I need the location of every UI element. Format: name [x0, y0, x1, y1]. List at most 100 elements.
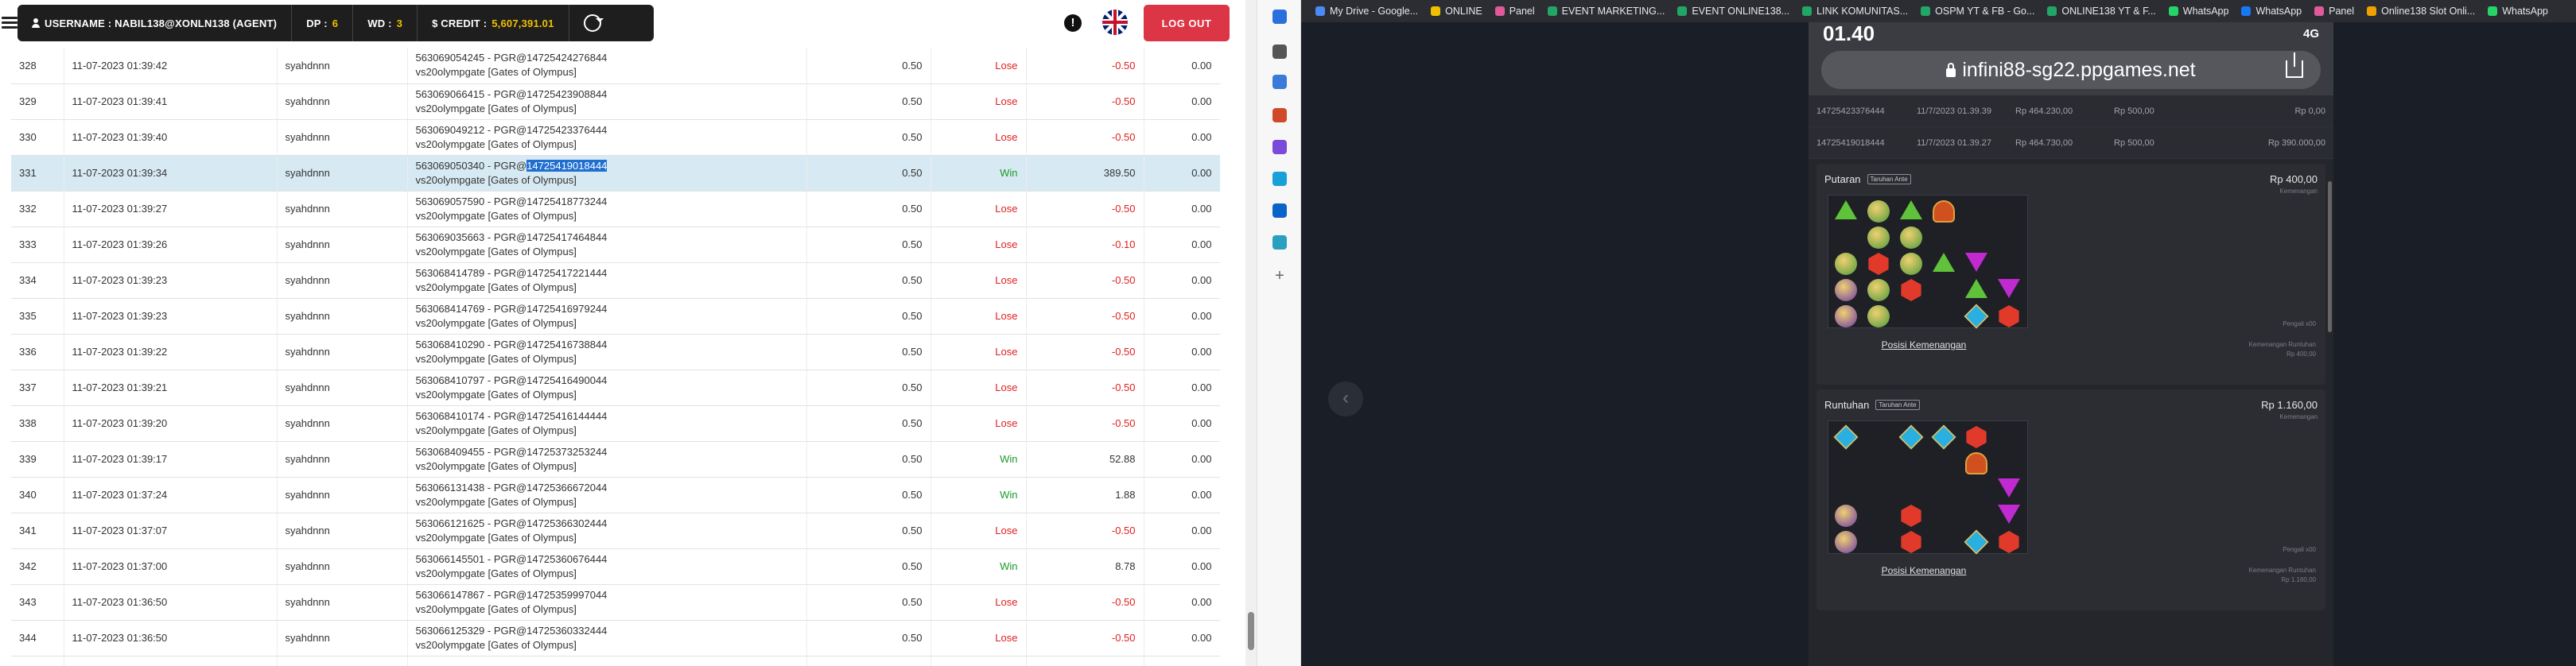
- history-row[interactable]: 14725423376444 11/7/2023 01.39.39 Rp 464.2…: [1809, 95, 2333, 127]
- win-position-link[interactable]: Posisi Kemenangan: [1816, 339, 2031, 362]
- refresh-segment[interactable]: [569, 5, 616, 41]
- search-icon[interactable]: [1272, 45, 1287, 59]
- row-winloss: -0.50: [1026, 334, 1144, 370]
- row-number: 335: [11, 298, 64, 335]
- table-row[interactable]: 331 11-07-2023 01:39:34 syahdnnn 5630690503…: [11, 155, 1220, 192]
- row-stake: 0.50: [806, 548, 931, 585]
- people-icon[interactable]: [1272, 140, 1287, 154]
- bookmark-item[interactable]: My Drive - Google...: [1315, 6, 1418, 17]
- bookmark-item[interactable]: Panel: [1494, 6, 1535, 17]
- row-winloss: 52.88: [1026, 441, 1144, 478]
- uk-flag-icon[interactable]: [1102, 10, 1128, 35]
- bookmark-item[interactable]: OSPM YT & FB - Go...: [1921, 6, 2034, 17]
- share-icon[interactable]: [2286, 52, 2303, 78]
- row-user: syahdnnn: [277, 584, 408, 621]
- table-row[interactable]: 336 11-07-2023 01:39:22 syahdnnn 5630684102…: [11, 334, 1220, 370]
- table-row[interactable]: 337 11-07-2023 01:39:21 syahdnnn 5630684107…: [11, 370, 1220, 406]
- row-datetime: 11-07-2023 01:39:21: [64, 370, 278, 406]
- gem-symbol: [1835, 200, 1857, 219]
- row-details: 563068414769 - PGR@14725416979244 vs20oly…: [407, 298, 807, 335]
- table-row[interactable]: 330 11-07-2023 01:39:40 syahdnnn 5630690492…: [11, 119, 1220, 156]
- bet-id: 563069066415 - PGR@14725423908844: [415, 87, 608, 100]
- table-row[interactable]: 34511-07-2023 01:36:48syahdnnn5630654136…: [11, 656, 1220, 666]
- row-details: 563066131438 - PGR@14725366672044 vs20oly…: [407, 477, 807, 513]
- multiplier-label: Pengali x00: [2283, 320, 2316, 327]
- table-row[interactable]: 339 11-07-2023 01:39:17 syahdnnn 5630684094…: [11, 441, 1220, 478]
- bookmark-item[interactable]: WhatsApp: [2241, 6, 2302, 17]
- table-row[interactable]: 335 11-07-2023 01:39:23 syahdnnn 5630684147…: [11, 298, 1220, 335]
- add-icon[interactable]: +: [1272, 268, 1287, 284]
- row-details: 563068409455 - PGR@14725373253244 vs20oly…: [407, 441, 807, 478]
- copilot-icon[interactable]: [1272, 172, 1287, 186]
- refresh-icon[interactable]: [583, 14, 604, 32]
- outlook-icon[interactable]: [1272, 203, 1287, 218]
- bookmark-item[interactable]: WhatsApp: [2488, 6, 2548, 17]
- table-row[interactable]: 343 11-07-2023 01:36:50 syahdnnn 5630661478…: [11, 584, 1220, 621]
- logout-button[interactable]: LOG OUT: [1144, 5, 1230, 41]
- menu-icon[interactable]: [2, 14, 17, 30]
- bookmark-item[interactable]: ONLINE138 YT & F...: [2047, 6, 2156, 17]
- tag-icon[interactable]: [1272, 75, 1287, 89]
- table-row[interactable]: 333 11-07-2023 01:39:26 syahdnnn 5630690356…: [11, 227, 1220, 263]
- table-row[interactable]: 341 11-07-2023 01:37:07 syahdnnn 5630661216…: [11, 513, 1220, 549]
- row-datetime: 11-07-2023 01:36:48: [64, 656, 278, 666]
- table-row[interactable]: 342 11-07-2023 01:37:00 syahdnnn 5630661455…: [11, 548, 1220, 585]
- row-stake: 0.50: [806, 334, 931, 370]
- history-row[interactable]: 14725419018444 11/7/2023 01.39.27 Rp 464.7…: [1809, 127, 2333, 159]
- back-arrow-icon[interactable]: ‹: [1328, 381, 1363, 416]
- bookmark-label: LINK KOMUNITAS...: [1816, 6, 1909, 17]
- alert-icon[interactable]: !: [1064, 14, 1082, 32]
- gem-symbol: [1965, 279, 1987, 298]
- bookmark-item[interactable]: WhatsApp: [2168, 6, 2228, 17]
- bookmark-item[interactable]: Online138 Slot Onli...: [2367, 6, 2475, 17]
- address-bar[interactable]: infini88-sg22.ppgames.net: [1821, 51, 2321, 89]
- row-stake: 0.50: [806, 227, 931, 263]
- table-row[interactable]: 332 11-07-2023 01:39:27 syahdnnn 5630690575…: [11, 191, 1220, 227]
- ante-tag: Taruhan Ante: [1875, 400, 1920, 410]
- url-text: infini88-sg22.ppgames.net: [1962, 58, 2196, 81]
- row-user: syahdnnn: [277, 119, 408, 156]
- table-row[interactable]: 344 11-07-2023 01:36:50 syahdnnn 5630661253…: [11, 620, 1220, 656]
- bookmark-item[interactable]: EVENT MARKETING...: [1547, 6, 1665, 17]
- row-number: 344: [11, 620, 64, 656]
- table-row[interactable]: 334 11-07-2023 01:39:23 syahdnnn 5630684147…: [11, 262, 1220, 299]
- row-stake: 0.50: [806, 584, 931, 621]
- row-number: 341: [11, 513, 64, 549]
- username-segment: USERNAME : NABIL138@XONLN138 (AGENT): [17, 5, 293, 41]
- row-user: syahdnnn: [277, 191, 408, 227]
- row-datetime: 11-07-2023 01:39:41: [64, 83, 278, 120]
- bet-id-highlight[interactable]: 14725419018444: [526, 159, 608, 172]
- bookmark-icon: [2168, 6, 2178, 16]
- bookmark-item[interactable]: ONLINE: [1431, 6, 1482, 17]
- table-row[interactable]: 340 11-07-2023 01:37:24 syahdnnn 5630661314…: [11, 477, 1220, 513]
- game-name: vs20olympgate [Gates of Olympus]: [415, 531, 577, 544]
- row-winloss: 389.50: [1026, 155, 1144, 192]
- row-winloss: 1.88: [1026, 477, 1144, 513]
- row-details: 563068410174 - PGR@14725416144444 vs20oly…: [407, 405, 807, 442]
- scrollbar-thumb[interactable]: [1248, 612, 1254, 650]
- bell-icon[interactable]: [1272, 10, 1287, 24]
- table-row[interactable]: 328 11-07-2023 01:39:42 syahdnnn 5630690542…: [11, 48, 1220, 84]
- row-number: 337: [11, 370, 64, 406]
- toolbox-icon[interactable]: [1272, 108, 1287, 122]
- row-datetime: 11-07-2023 01:39:23: [64, 262, 278, 299]
- round-balance: Rp 464.230,00: [2015, 106, 2073, 116]
- row-user: syahdnnn: [277, 48, 408, 84]
- table-row[interactable]: 329 11-07-2023 01:39:41 syahdnnn 5630690664…: [11, 83, 1220, 120]
- row-datetime: 11-07-2023 01:37:00: [64, 548, 278, 585]
- win-position-link[interactable]: Posisi Kemenangan: [1816, 565, 2031, 587]
- credit-label: $ CREDIT :: [432, 17, 488, 29]
- round-time: 11/7/2023 01.39.27: [1917, 137, 1991, 148]
- games-icon[interactable]: [1272, 235, 1287, 250]
- bookmark-item[interactable]: LINK KOMUNITAS...: [1802, 6, 1908, 17]
- vertical-scrollbar[interactable]: [1245, 0, 1257, 666]
- bet-id-prefix: 563069050340 - PGR@: [415, 159, 527, 172]
- table-row[interactable]: 338 11-07-2023 01:39:20 syahdnnn 5630684101…: [11, 405, 1220, 442]
- game-name: vs20olympgate [Gates of Olympus]: [415, 316, 577, 329]
- row-number: 342: [11, 548, 64, 585]
- row-extra: 0.00: [1144, 119, 1220, 156]
- bookmark-item[interactable]: EVENT ONLINE138...: [1677, 6, 1789, 17]
- row-winloss: -0.50: [1026, 405, 1144, 442]
- bookmark-item[interactable]: Panel: [2314, 6, 2354, 17]
- phone-scrollbar[interactable]: [2328, 181, 2332, 332]
